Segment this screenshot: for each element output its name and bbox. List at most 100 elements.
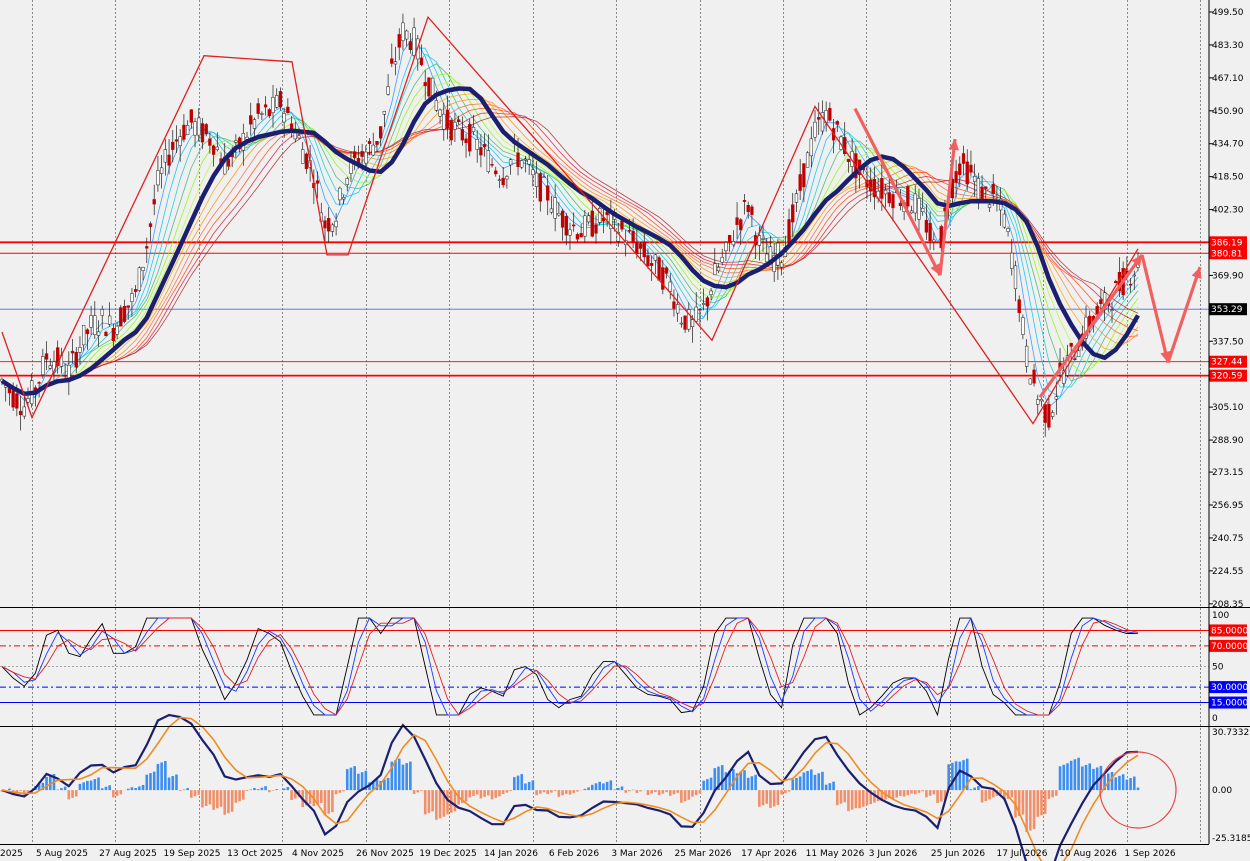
oscillator-scale-label: 50 (1212, 663, 1224, 673)
macd-histogram-bar (1029, 790, 1032, 831)
candle-body (390, 58, 394, 64)
macd-histogram-bar (234, 790, 238, 803)
candle-body (586, 215, 591, 223)
candle-body (579, 233, 583, 238)
candle-body (727, 235, 732, 243)
candle-body (1073, 358, 1077, 361)
macd-histogram-bar (171, 776, 175, 791)
macd-histogram-bar (145, 774, 149, 791)
candle-body (137, 267, 142, 291)
date-label: 10 Aug 2026 (1059, 849, 1117, 859)
candle-body (256, 103, 260, 114)
candle-body (200, 123, 205, 143)
macd-histogram-bar (349, 767, 353, 791)
price-tick-label: 337.50 (1212, 337, 1244, 347)
candle-body (546, 185, 550, 201)
macd-histogram-bar (646, 790, 650, 796)
macd-histogram-bar (928, 790, 932, 796)
macd-histogram-bar (438, 790, 442, 819)
macd-histogram-bar (186, 788, 189, 791)
macd-histogram-bar (219, 790, 223, 807)
candle-body (809, 138, 813, 157)
macd-histogram-bar (1118, 775, 1121, 791)
macd-histogram-bar (423, 790, 427, 815)
macd-histogram-bar (74, 790, 78, 797)
candle-body (133, 289, 138, 292)
candle-body (779, 262, 784, 268)
candle-body (423, 82, 427, 87)
macd-histogram-bar (988, 790, 991, 800)
macd-histogram-bar (513, 777, 516, 791)
candle-body (657, 257, 661, 281)
macd-histogram-bar (431, 790, 434, 812)
macd-histogram-bar (594, 783, 598, 791)
candle-body (846, 158, 851, 162)
candle-body (1032, 369, 1036, 384)
macd-histogram-bar (212, 790, 215, 810)
macd-histogram-bar (758, 790, 761, 807)
price-tick-label: 418.50 (1212, 173, 1244, 183)
macd-histogram-bar (624, 790, 627, 793)
macd-histogram-bar (475, 790, 479, 795)
macd-histogram-bar (119, 790, 123, 795)
macd-histogram-bar (835, 790, 839, 806)
macd-histogram-bar (720, 765, 724, 791)
candle-body (167, 154, 171, 166)
candle-body (635, 242, 639, 255)
candle-body (494, 170, 498, 175)
candle-body (341, 197, 346, 200)
macd-histogram-bar (1129, 778, 1132, 791)
candle-body (371, 144, 375, 156)
candle-body (445, 109, 450, 129)
macd-histogram-bar (810, 769, 813, 791)
macd-histogram-bar (1114, 777, 1118, 791)
macd-histogram-bar (82, 782, 85, 791)
price-tick-label: 224.55 (1212, 567, 1244, 577)
date-label: 13 Oct 2025 (227, 849, 283, 859)
macd-histogram-bar (416, 790, 420, 793)
candle-body (18, 410, 23, 415)
candle-body (1039, 399, 1044, 402)
macd-histogram-bar (676, 790, 679, 793)
candle-body (204, 124, 208, 134)
price-tick-label: 256.95 (1212, 501, 1244, 511)
date-axis: 2025 5 Aug 2025 27 Aug 2025 19 Sep 2025 13 O… (0, 849, 1176, 859)
candle-body (679, 322, 684, 325)
macd-histogram-bar (910, 790, 913, 794)
macd-histogram-bar (178, 790, 182, 792)
macd-histogram-bar (539, 790, 542, 794)
macd-histogram-bar (201, 790, 204, 808)
candle-body (887, 192, 891, 204)
candle-body (761, 238, 765, 240)
candle-body (464, 138, 468, 144)
candle-body (260, 113, 264, 115)
macd-histogram-bar (913, 790, 917, 795)
macd-histogram-bar (115, 790, 119, 796)
price-tick-label: 483.30 (1212, 41, 1244, 51)
price-tick-label: 499.50 (1212, 8, 1244, 18)
candle-body (1110, 309, 1114, 311)
candle-body (267, 109, 271, 117)
macd-histogram-bar (446, 790, 449, 815)
macd-histogram-bar (535, 790, 538, 796)
candle-body (156, 170, 160, 186)
macd-histogram-bar (152, 771, 156, 791)
macd-histogram-bar (245, 790, 249, 792)
macd-histogram-bar (509, 790, 512, 792)
macd-histogram-bar (628, 790, 631, 792)
candle-body (1095, 306, 1099, 315)
macd-histogram-bar (769, 790, 772, 808)
candle-body (698, 308, 702, 311)
candle-body (538, 173, 542, 202)
candle-body (690, 319, 695, 327)
macd-histogram-bar (973, 787, 976, 791)
candle-body (716, 267, 721, 272)
macd-histogram-bar (141, 784, 145, 791)
candle-body (360, 151, 364, 157)
macd-histogram-bar (784, 790, 787, 794)
macd-histogram-bar (613, 789, 616, 791)
price-tick-label: 369.90 (1212, 271, 1244, 281)
macd-histogram-bar (932, 790, 936, 795)
macd-histogram-bar (620, 786, 624, 791)
macd-histogram-bar (71, 790, 74, 798)
